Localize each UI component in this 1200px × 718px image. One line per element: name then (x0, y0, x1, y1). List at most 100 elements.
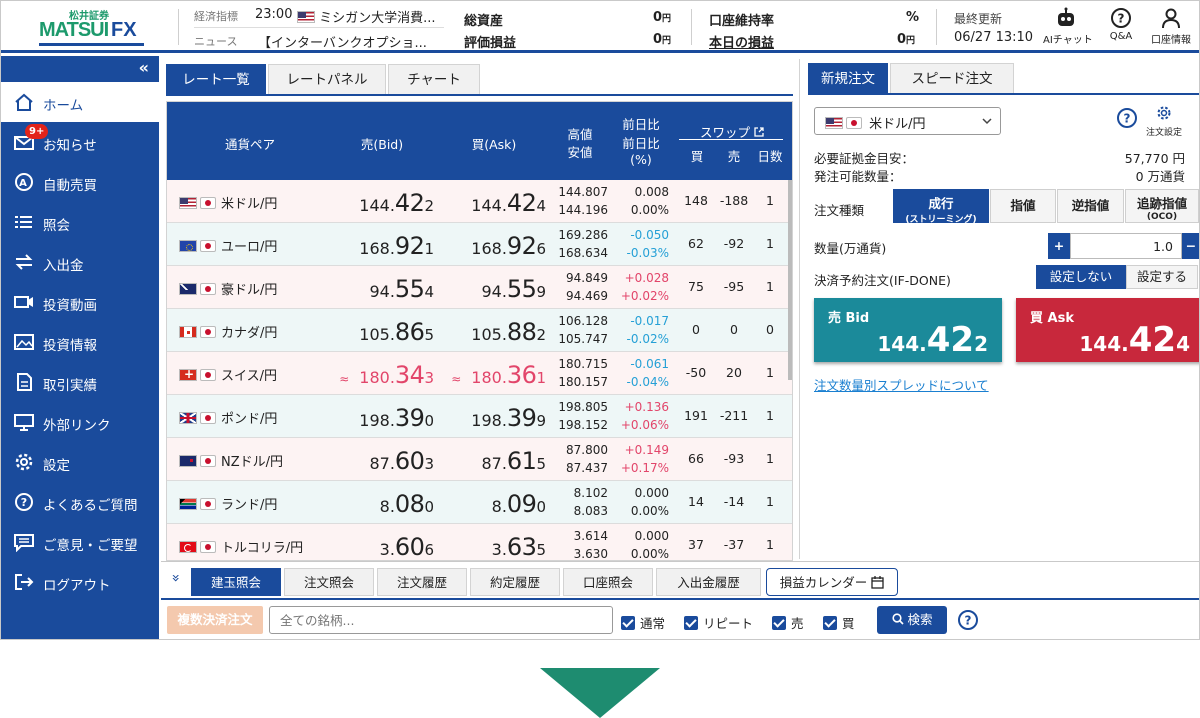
table-row[interactable]: カナダ/円 105.865 105.882 106.128 105.747 -0.017-… (167, 309, 792, 352)
pair-select[interactable]: 米ドル/円 (814, 107, 1001, 135)
svg-text:A: A (19, 178, 27, 189)
sidebar-item-deposit[interactable]: 入出金 (1, 242, 159, 282)
ask-price[interactable]: 3.635 (492, 533, 546, 560)
robot-icon (1058, 7, 1074, 26)
tab-positions[interactable]: 建玉照会 (191, 568, 281, 596)
ask-price[interactable]: ≈180.361 (451, 361, 546, 389)
news-text[interactable]: 【インターバンクオプショ... (258, 32, 427, 51)
matsui-fx-logo[interactable]: 松井証券 MATSUI FX (39, 7, 154, 47)
jp-flag-icon (200, 369, 216, 381)
bid-price[interactable]: 3.606 (380, 533, 434, 560)
ask-price[interactable]: 8.090 (492, 490, 546, 518)
high-low: 198.805 198.152 (558, 400, 608, 432)
ai-chat-button[interactable]: AIチャット (1043, 7, 1093, 46)
high-low: 180.715 180.157 (558, 357, 608, 389)
order-type-market[interactable]: 成行 (ストリーミング) (893, 189, 989, 225)
spread-info-link[interactable]: 注文数量別スプレッドについて (814, 375, 989, 394)
table-row[interactable]: 豪ドル/円 94.554 94.559 94.849 94.469 +0.028 +0.02… (167, 266, 792, 309)
change-values: +0.136 +0.06% (620, 400, 669, 432)
svg-text:?: ? (21, 496, 27, 509)
filter-normal-checkbox[interactable]: 通常 (621, 613, 665, 632)
ask-price[interactable]: 105.882 (471, 318, 546, 346)
sidebar-item-home[interactable]: ホーム (1, 82, 159, 122)
qa-label: Q&A (1109, 31, 1133, 42)
table-row[interactable]: ユーロ/円 168.921 168.926 169.286 168.634 -0.050-… (167, 223, 792, 266)
ifdone-off-button[interactable]: 設定しない (1036, 265, 1126, 289)
bid-price[interactable]: 94.554 (369, 275, 434, 303)
sidebar-item-inquiry[interactable]: 照会 (1, 202, 159, 242)
bid-price[interactable]: 8.080 (380, 490, 434, 518)
tab-deposit-history[interactable]: 入出金履歴 (656, 568, 761, 596)
nz-flag-icon (179, 455, 197, 467)
tab-rate-panel[interactable]: レートパネル (268, 64, 386, 94)
table-row[interactable]: 米ドル/円 144.422 144.424 144.807 144.196 0.008 0.… (167, 180, 792, 223)
sidebar-item-notice[interactable]: 9+ お知らせ (1, 122, 159, 162)
bid-price[interactable]: ≈180.343 (339, 361, 434, 389)
sidebar-item-feedback[interactable]: ご意見・ご要望 (1, 522, 159, 562)
swap-sell: -37 (723, 537, 745, 552)
econ-item[interactable]: ミシガン大学消費... (297, 7, 436, 26)
bid-price[interactable]: 144.422 (359, 189, 434, 217)
qa-button[interactable]: ? Q&A (1098, 7, 1144, 42)
tab-speed-order[interactable]: スピード注文 (890, 63, 1014, 93)
swap-buy: 191 (684, 408, 708, 423)
sidebar-item-faq[interactable]: ? よくあるご質問 (1, 482, 159, 522)
account-info-button[interactable]: 口座情報 (1148, 7, 1194, 46)
buy-ask-button[interactable]: 買 Ask 144.424 (1016, 298, 1199, 362)
quantity-input[interactable]: 1.0 (1070, 233, 1182, 259)
filter-sell-checkbox[interactable]: 売 (772, 613, 804, 632)
swap-sell: -188 (719, 193, 749, 208)
table-row[interactable]: ポンド/円 198.390 198.399 198.805 198.152 +0.136 +… (167, 395, 792, 438)
sidebar-item-auto-trade[interactable]: A 自動売買 (1, 162, 159, 202)
ask-price[interactable]: 144.424 (471, 189, 546, 217)
search-button[interactable]: 検索 (877, 606, 947, 634)
bottom-expand-button[interactable]: » (167, 574, 183, 583)
sidebar-item-results[interactable]: 取引実績 (1, 362, 159, 402)
table-row[interactable]: スイス/円 ≈180.343 ≈180.361 180.715180.157 -0.06… (167, 352, 792, 395)
ask-price[interactable]: 168.926 (471, 232, 546, 260)
bid-price[interactable]: 168.921 (359, 232, 434, 260)
order-type-oco[interactable]: 追跡指値 (OCO) (1125, 189, 1199, 223)
bid-price[interactable]: 87.603 (369, 447, 434, 475)
pl-calendar-button[interactable]: 損益カレンダー (766, 568, 898, 596)
order-type-stop[interactable]: 逆指値 (1057, 189, 1124, 223)
sell-bid-button[interactable]: 売 Bid 144.422 (814, 298, 1002, 362)
sidebar-item-logout[interactable]: ログアウト (1, 562, 159, 602)
tab-account-inquiry[interactable]: 口座照会 (563, 568, 653, 596)
ask-price[interactable]: 94.559 (481, 275, 546, 303)
bulk-settle-button[interactable]: 複数決済注文 (167, 606, 263, 634)
tab-order-inquiry[interactable]: 注文照会 (284, 568, 374, 596)
tab-chart[interactable]: チャート (388, 64, 480, 94)
sidebar-item-video[interactable]: 投資動画 (1, 282, 159, 322)
quantity-plus-button[interactable]: + (1048, 233, 1070, 259)
tab-new-order[interactable]: 新規注文 (808, 63, 888, 93)
tab-execution-history[interactable]: 約定履歴 (470, 568, 560, 596)
today-pl-link[interactable]: 本日の損益 (709, 32, 774, 51)
table-scrollbar[interactable] (788, 180, 792, 380)
order-type-limit[interactable]: 指値 (990, 189, 1056, 223)
table-row[interactable]: NZドル/円 87.603 87.615 87.800 87.437 +0.149 +0.1… (167, 438, 792, 481)
help-icon[interactable]: ? (957, 609, 979, 631)
filter-buy-checkbox[interactable]: 買 (823, 613, 855, 632)
total-assets-label: 総資産 (464, 14, 504, 29)
tab-order-history[interactable]: 注文履歴 (377, 568, 467, 596)
quantity-minus-button[interactable]: − (1182, 233, 1199, 259)
sidebar-collapse-button[interactable]: « (139, 58, 149, 77)
sidebar-item-settings[interactable]: 設定 (1, 442, 159, 482)
tab-rate-list[interactable]: レート一覧 (166, 64, 266, 94)
table-row[interactable]: トルコリラ/円 3.606 3.635 3.614 3.630 0.000 0.00% 37 -… (167, 524, 792, 560)
filter-repeat-checkbox[interactable]: リピート (684, 613, 753, 632)
ifdone-on-button[interactable]: 設定する (1126, 265, 1198, 289)
order-settings-button[interactable]: 注文設定 (1144, 105, 1184, 138)
ask-price[interactable]: 198.399 (471, 404, 546, 432)
table-row[interactable]: ランド/円 8.080 8.090 8.102 8.083 0.000 0.00% 14 -14… (167, 481, 792, 524)
sidebar-item-info[interactable]: 投資情報 (1, 322, 159, 362)
sidebar-item-links[interactable]: 外部リンク (1, 402, 159, 442)
svg-text:?: ? (1118, 12, 1125, 26)
list-icon (15, 216, 32, 228)
bid-price[interactable]: 198.390 (359, 404, 434, 432)
bid-price[interactable]: 105.865 (359, 318, 434, 346)
ask-price[interactable]: 87.615 (481, 447, 546, 475)
symbol-search-input[interactable] (269, 606, 613, 634)
help-icon[interactable]: ? (1116, 107, 1138, 129)
